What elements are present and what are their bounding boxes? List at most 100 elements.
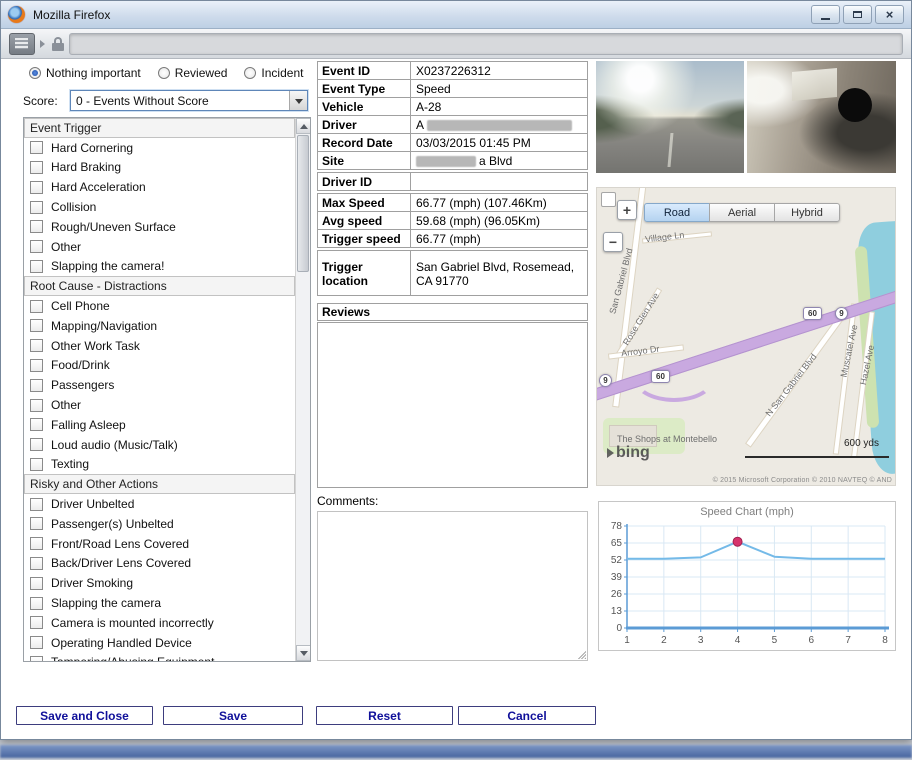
section-header-label: Root Cause - Distractions xyxy=(30,279,167,293)
checkbox-icon[interactable] xyxy=(30,458,43,471)
check-item[interactable]: Driver Smoking xyxy=(24,573,295,593)
score-label: Score: xyxy=(23,94,70,108)
status-option-nothing-important[interactable]: Nothing important xyxy=(29,66,141,80)
check-item[interactable]: Slapping the camera xyxy=(24,593,295,613)
page-identity-icon[interactable] xyxy=(9,33,35,55)
check-item[interactable]: Loud audio (Music/Talk) xyxy=(24,435,295,455)
detail-label: Site xyxy=(318,152,411,169)
cancel-button[interactable]: Cancel xyxy=(458,706,596,725)
checkbox-icon[interactable] xyxy=(30,399,43,412)
check-item[interactable]: Falling Asleep xyxy=(24,415,295,435)
scroll-down-button[interactable] xyxy=(296,645,311,661)
checkbox-icon[interactable] xyxy=(30,418,43,431)
check-item-label: Texting xyxy=(51,457,89,471)
check-item[interactable]: Rough/Uneven Surface xyxy=(24,217,295,237)
map-view-switcher: Road Aerial Hybrid xyxy=(644,203,840,222)
checkbox-icon[interactable] xyxy=(30,537,43,550)
checkbox-icon[interactable] xyxy=(30,517,43,530)
map-locate-control[interactable] xyxy=(601,192,616,207)
driver-camera-image[interactable] xyxy=(747,61,896,173)
check-item[interactable]: Slapping the camera! xyxy=(24,257,295,277)
check-item[interactable]: Mapping/Navigation xyxy=(24,316,295,336)
check-item[interactable]: Other xyxy=(24,237,295,257)
radio-icon xyxy=(29,67,41,79)
checkbox-icon[interactable] xyxy=(30,577,43,590)
check-item[interactable]: Hard Braking xyxy=(24,158,295,178)
check-item[interactable]: Camera is mounted incorrectly xyxy=(24,613,295,633)
detail-value: A-28 xyxy=(411,98,587,115)
checkbox-icon[interactable] xyxy=(30,616,43,629)
checkbox-icon[interactable] xyxy=(30,498,43,511)
checkbox-icon[interactable] xyxy=(30,597,43,610)
reviews-list-box xyxy=(317,322,588,488)
checkbox-icon[interactable] xyxy=(30,656,43,661)
maximize-button[interactable] xyxy=(843,5,872,24)
check-item[interactable]: Back/Driver Lens Covered xyxy=(24,554,295,574)
map-view-hybrid[interactable]: Hybrid xyxy=(774,203,840,222)
checkbox-icon[interactable] xyxy=(30,319,43,332)
checklist-scrollbar[interactable] xyxy=(295,118,310,661)
bing-logo-icon xyxy=(607,448,614,458)
check-item[interactable]: Other xyxy=(24,395,295,415)
checkbox-icon[interactable] xyxy=(30,300,43,313)
score-dropdown[interactable]: 0 - Events Without Score xyxy=(70,90,308,111)
checkbox-icon[interactable] xyxy=(30,438,43,451)
save-button[interactable]: Save xyxy=(163,706,303,725)
map-view-road[interactable]: Road xyxy=(644,203,710,222)
checkbox-icon[interactable] xyxy=(30,240,43,253)
close-button[interactable] xyxy=(875,5,904,24)
checkbox-icon[interactable] xyxy=(30,161,43,174)
checkbox-icon[interactable] xyxy=(30,557,43,570)
save-and-close-button[interactable]: Save and Close xyxy=(16,706,153,725)
checkbox-icon[interactable] xyxy=(30,359,43,372)
url-bar[interactable] xyxy=(69,33,903,55)
detail-value: 59.68 (mph) (96.05Km) xyxy=(411,212,587,229)
scrollbar-thumb[interactable] xyxy=(297,135,309,272)
reviews-header: Reviews xyxy=(317,303,588,321)
check-item[interactable]: Hard Cornering xyxy=(24,138,295,158)
check-item[interactable]: Tampering/Abusing Equipment xyxy=(24,653,295,661)
check-item-label: Falling Asleep xyxy=(51,418,126,432)
check-item[interactable]: Driver Unbelted xyxy=(24,494,295,514)
checkbox-icon[interactable] xyxy=(30,141,43,154)
check-item[interactable]: Collision xyxy=(24,197,295,217)
comments-textarea[interactable] xyxy=(317,511,588,661)
svg-text:39: 39 xyxy=(611,572,623,583)
map-scale-bar xyxy=(745,456,889,458)
scroll-up-button[interactable] xyxy=(296,118,311,134)
checkbox-icon[interactable] xyxy=(30,260,43,273)
check-item-label: Loud audio (Music/Talk) xyxy=(51,438,178,452)
bing-map[interactable]: Village Ln San Gabriel Blvd Rose Glen Av… xyxy=(596,187,896,486)
check-item-label: Other Work Task xyxy=(51,339,140,353)
detail-label: Event ID xyxy=(318,62,411,79)
checkbox-icon[interactable] xyxy=(30,339,43,352)
check-item[interactable]: Food/Drink xyxy=(24,356,295,376)
road-camera-image[interactable] xyxy=(596,61,744,173)
checkbox-icon[interactable] xyxy=(30,181,43,194)
check-item-label: Hard Acceleration xyxy=(51,180,146,194)
checkbox-icon[interactable] xyxy=(30,636,43,649)
check-item[interactable]: Front/Road Lens Covered xyxy=(24,534,295,554)
zoom-in-button[interactable]: + xyxy=(617,200,637,220)
map-view-aerial[interactable]: Aerial xyxy=(709,203,775,222)
detail-value: 03/03/2015 01:45 PM xyxy=(411,134,587,151)
minimize-button[interactable] xyxy=(811,5,840,24)
reset-button[interactable]: Reset xyxy=(316,706,453,725)
checkbox-icon[interactable] xyxy=(30,201,43,214)
check-item[interactable]: Texting xyxy=(24,455,295,475)
chevron-down-icon[interactable] xyxy=(289,91,307,110)
section-header-label: Risky and Other Actions xyxy=(30,477,158,491)
zoom-out-button[interactable]: − xyxy=(603,232,623,252)
checkbox-icon[interactable] xyxy=(30,379,43,392)
status-radio-group: Nothing important Reviewed Incident xyxy=(29,66,320,80)
checkbox-icon[interactable] xyxy=(30,220,43,233)
status-option-reviewed[interactable]: Reviewed xyxy=(158,66,228,80)
check-item[interactable]: Operating Handled Device xyxy=(24,633,295,653)
status-option-incident[interactable]: Incident xyxy=(244,66,303,80)
check-item[interactable]: Passenger(s) Unbelted xyxy=(24,514,295,534)
checklist-section-header: Root Cause - Distractions xyxy=(24,276,295,296)
check-item[interactable]: Cell Phone xyxy=(24,296,295,316)
check-item[interactable]: Other Work Task xyxy=(24,336,295,356)
check-item[interactable]: Passengers xyxy=(24,375,295,395)
check-item[interactable]: Hard Acceleration xyxy=(24,177,295,197)
